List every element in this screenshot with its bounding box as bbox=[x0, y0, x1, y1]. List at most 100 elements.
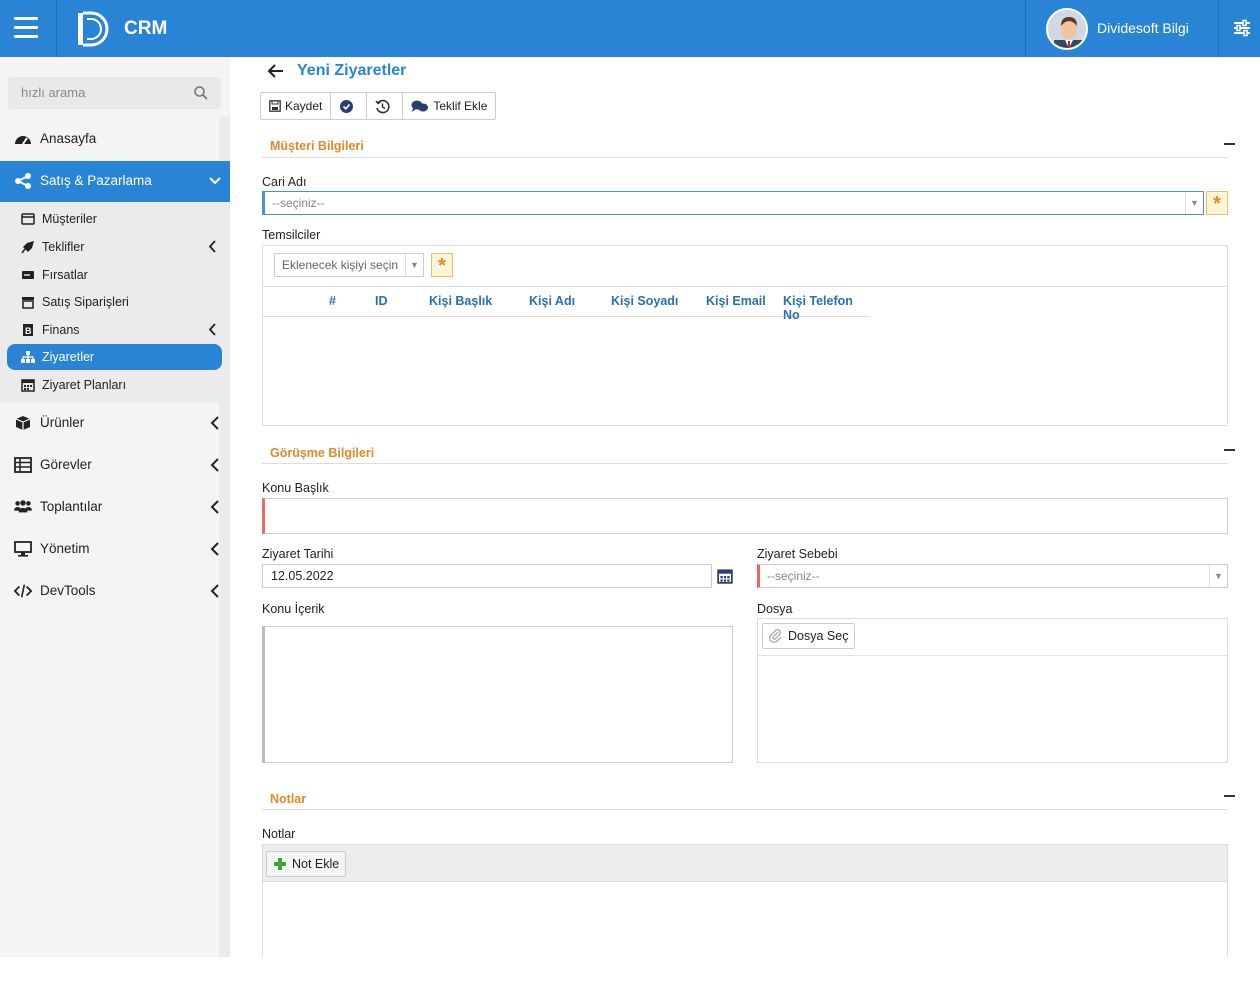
card-icon bbox=[21, 213, 35, 225]
chevron-left-icon bbox=[208, 240, 216, 253]
sidebar-item-urunler[interactable]: Ürünler bbox=[0, 403, 230, 443]
table-header: ID bbox=[375, 294, 388, 308]
subject-field[interactable] bbox=[262, 498, 1228, 534]
user-avatar-icon bbox=[1048, 10, 1086, 48]
chevron-left-icon bbox=[210, 584, 219, 598]
sidebar-item-teklifler[interactable]: Teklifler bbox=[0, 234, 222, 260]
reps-select[interactable]: Eklenecek kişiyi seçin ▼ bbox=[274, 253, 424, 277]
drive-icon bbox=[22, 271, 34, 279]
history-icon bbox=[375, 99, 390, 113]
sitemap-icon bbox=[21, 351, 35, 363]
table-header: Kişi Başlık bbox=[429, 294, 493, 308]
user-name[interactable]: Dividesoft Bilgi bbox=[1097, 20, 1189, 36]
cube-icon bbox=[15, 416, 31, 430]
page-title: Yeni Ziyaretler bbox=[297, 62, 407, 79]
top-bar: CRM Dividesoft Bilgi bbox=[0, 0, 1260, 57]
cari-select[interactable]: --seçiniz-- ▼ bbox=[262, 191, 1204, 215]
chevron-down-icon bbox=[209, 177, 221, 185]
plus-icon bbox=[274, 858, 286, 870]
sidebar-item-label: Toplantılar bbox=[40, 499, 103, 514]
date-value: 12.05.2022 bbox=[271, 569, 334, 583]
sidebar-item-gorevler[interactable]: Görevler bbox=[0, 445, 230, 485]
notes-panel: Not Ekle bbox=[262, 844, 1228, 957]
sidebar-item-toplantilar[interactable]: Toplantılar bbox=[0, 487, 230, 527]
sidebar-item-label: Finans bbox=[42, 323, 80, 337]
notes-label: Notlar bbox=[262, 827, 296, 841]
dashboard-icon bbox=[15, 136, 31, 145]
search-icon[interactable] bbox=[193, 85, 209, 101]
content-label: Konu İçerik bbox=[262, 602, 325, 616]
divider bbox=[262, 463, 1228, 464]
collapse-notes-button[interactable] bbox=[1224, 795, 1235, 797]
reps-placeholder: Eklenecek kişiyi seçin bbox=[282, 258, 399, 272]
date-field[interactable]: 12.05.2022 bbox=[262, 564, 712, 588]
choose-file-button[interactable]: Dosya Seç bbox=[762, 623, 856, 649]
sidebar-item-satis-siparisleri[interactable]: Satış Siparişleri bbox=[0, 289, 222, 315]
sidebar-item-anasayfa[interactable]: Anasayfa bbox=[0, 119, 230, 159]
sidebar-item-label: DevTools bbox=[40, 583, 96, 598]
bold-icon: B bbox=[23, 324, 33, 336]
share-icon bbox=[15, 173, 31, 189]
sidebar-item-ziyaret-planlari[interactable]: Ziyaret Planları bbox=[0, 372, 222, 398]
choose-file-label: Dosya Seç bbox=[788, 629, 849, 643]
save-icon bbox=[269, 100, 281, 112]
history-button[interactable] bbox=[367, 93, 404, 119]
date-label: Ziyaret Tarihi bbox=[262, 547, 334, 561]
monitor-icon bbox=[14, 541, 32, 557]
submenu: Müşteriler Teklifler Fırsatlar Satış Sip… bbox=[0, 202, 230, 402]
sidebar-item-ziyaretler[interactable]: Ziyaretler bbox=[7, 344, 222, 370]
arrow-left-icon[interactable] bbox=[267, 63, 285, 79]
file-label: Dosya bbox=[757, 602, 793, 616]
asterisk-icon[interactable]: * bbox=[1206, 191, 1228, 215]
search-input[interactable]: hızlı arama bbox=[8, 77, 221, 109]
sidebar-item-label: Yönetim bbox=[40, 541, 90, 556]
sidebar-item-label: Anasayfa bbox=[40, 131, 97, 146]
sidebar-item-label: Satış & Pazarlama bbox=[40, 173, 152, 188]
avatar[interactable] bbox=[1046, 8, 1088, 50]
users-icon bbox=[14, 500, 32, 513]
section-title-customer: Müşteri Bilgileri bbox=[270, 139, 364, 153]
add-note-button[interactable]: Not Ekle bbox=[266, 851, 347, 877]
sidebar-item-satis-pazarlama[interactable]: Satış & Pazarlama bbox=[0, 161, 230, 202]
sidebar-item-finans[interactable]: B Finans bbox=[0, 317, 222, 343]
dropdown-arrow-icon: ▼ bbox=[405, 254, 423, 276]
collapse-meeting-button[interactable] bbox=[1224, 449, 1235, 451]
search-placeholder: hızlı arama bbox=[21, 85, 86, 100]
collapse-customer-button[interactable] bbox=[1224, 143, 1235, 145]
comments-icon bbox=[411, 100, 429, 112]
dropdown-arrow-icon: ▼ bbox=[1185, 192, 1203, 214]
reason-select[interactable]: --seçiniz-- ▼ bbox=[757, 564, 1228, 588]
sidebar-item-label: Ziyaretler bbox=[42, 350, 95, 364]
sidebar-item-yonetim[interactable]: Yönetim bbox=[0, 529, 230, 569]
sidebar-item-musteriler[interactable]: Müşteriler bbox=[0, 206, 222, 232]
file-panel: Dosya Seç bbox=[757, 618, 1228, 763]
sidebar-item-devtools[interactable]: DevTools bbox=[0, 571, 230, 611]
menu-icon[interactable] bbox=[14, 17, 38, 39]
save-button[interactable]: Kaydet bbox=[261, 93, 332, 119]
divider bbox=[1025, 0, 1026, 57]
divider bbox=[56, 0, 57, 57]
notes-toolbar bbox=[263, 845, 1227, 882]
approve-button[interactable] bbox=[331, 93, 368, 119]
check-circle-icon bbox=[340, 99, 354, 113]
reason-value: --seçiniz-- bbox=[767, 569, 820, 583]
content-field[interactable] bbox=[262, 626, 733, 763]
add-note-label: Not Ekle bbox=[292, 857, 340, 871]
divider bbox=[263, 286, 1227, 287]
table-header: Kişi Soyadı bbox=[611, 294, 679, 308]
section-title-notes: Notlar bbox=[270, 792, 307, 806]
reps-label: Temsilciler bbox=[262, 228, 321, 242]
calendar-icon[interactable] bbox=[717, 568, 733, 584]
asterisk-icon[interactable]: * bbox=[431, 253, 453, 277]
reps-table-header: # ID Kişi Başlık Kişi Adı Kişi Soyadı Ki… bbox=[263, 294, 871, 322]
svg-text:B: B bbox=[25, 326, 32, 336]
add-offer-button[interactable]: Teklif Ekle bbox=[403, 93, 495, 119]
rocket-icon bbox=[21, 241, 34, 254]
store-icon bbox=[22, 297, 34, 309]
sidebar-item-firsatlar[interactable]: Fırsatlar bbox=[0, 262, 222, 288]
sidebar-item-label: Müşteriler bbox=[42, 212, 97, 226]
chevron-left-icon bbox=[210, 458, 219, 472]
sliders-icon[interactable] bbox=[1232, 18, 1252, 38]
sidebar-item-label: Teklifler bbox=[42, 240, 85, 254]
cari-value: --seçiniz-- bbox=[272, 196, 325, 210]
